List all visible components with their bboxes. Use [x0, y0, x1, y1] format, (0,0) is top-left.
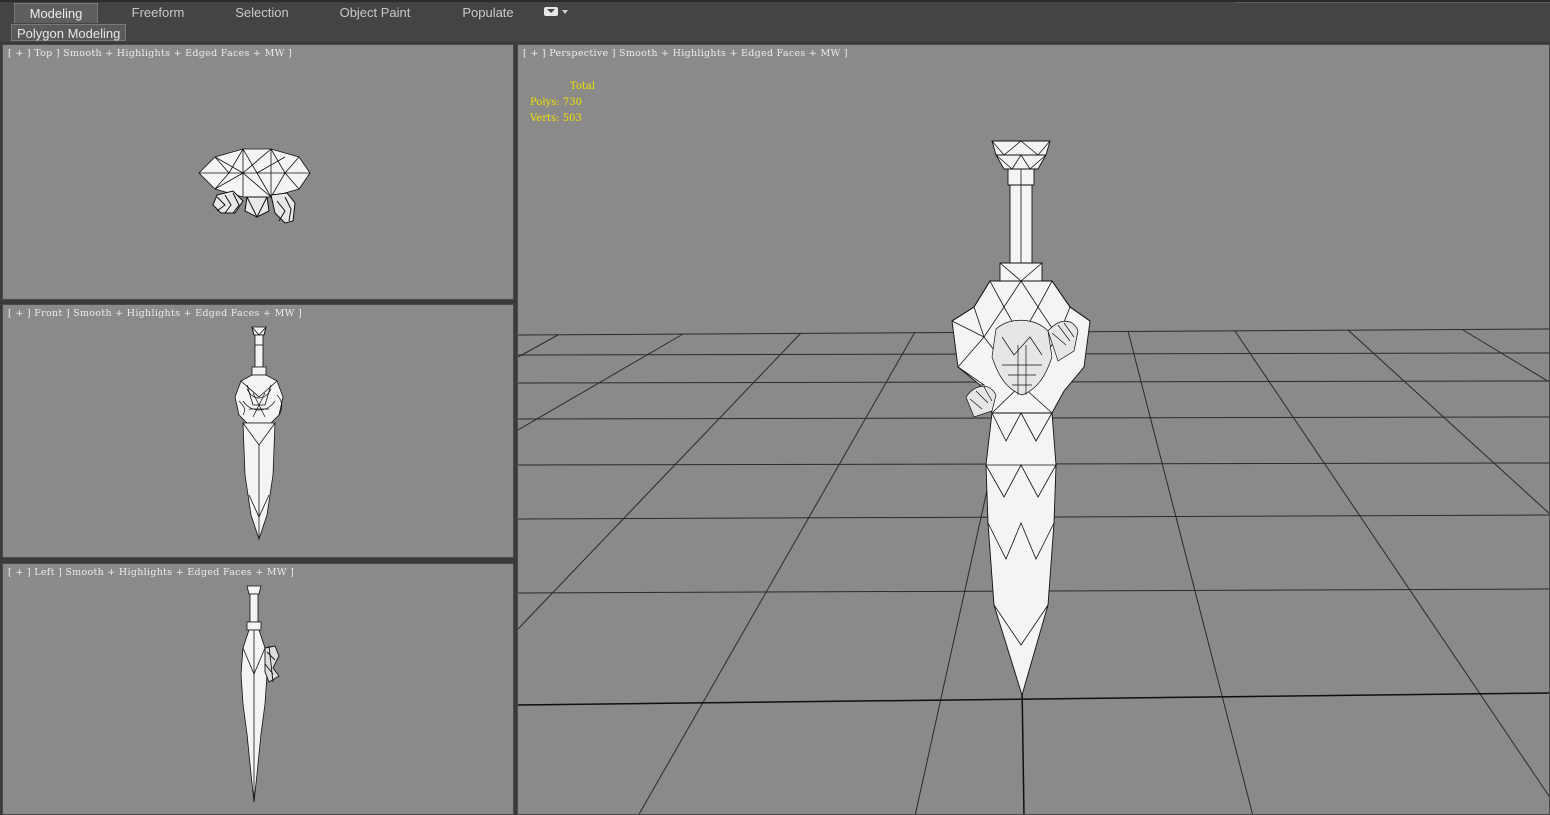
ribbon-options-dropdown[interactable] — [544, 7, 570, 19]
stats-header: Total — [570, 81, 596, 92]
tab-modeling[interactable]: Modeling — [14, 3, 98, 23]
viewport-label-top[interactable]: [ + ] Top ] Smooth + Highlights + Edged … — [8, 48, 292, 59]
verts-value: 503 — [562, 113, 582, 124]
tab-selection[interactable]: Selection — [222, 3, 302, 23]
polygon-modeling-panel-button[interactable]: Polygon Modeling — [11, 24, 127, 41]
top-view-mesh — [198, 148, 311, 224]
statistics-overlay: Total Polys: 730 Verts: 503 — [530, 79, 595, 127]
viewport-left[interactable]: [ + ] Left ] Smooth + Highlights + Edged… — [2, 563, 514, 815]
ribbon-panel: Polygon Modeling — [0, 24, 1550, 42]
perspective-grid-and-mesh — [518, 140, 1549, 814]
left-view-mesh — [240, 585, 280, 803]
viewport-label-left[interactable]: [ + ] Left ] Smooth + Highlights + Edged… — [8, 567, 294, 578]
viewport-perspective[interactable]: [ + ] Perspective ] Smooth + Highlights … — [517, 44, 1550, 815]
ribbon-toggle-icon — [544, 7, 558, 16]
chevron-down-icon — [562, 10, 568, 14]
polys-value: 730 — [562, 97, 582, 108]
verts-label: Verts: — [530, 113, 560, 124]
stats-verts: Verts: 503 — [530, 111, 595, 127]
viewport-label-perspective[interactable]: [ + ] Perspective ] Smooth + Highlights … — [523, 48, 848, 59]
tab-object-paint[interactable]: Object Paint — [330, 3, 420, 23]
stats-polys: Polys: 730 — [530, 95, 595, 111]
ribbon-tab-bar: Modeling Freeform Selection Object Paint… — [0, 0, 1550, 25]
tab-freeform[interactable]: Freeform — [118, 3, 198, 23]
viewport-front[interactable]: [ + ] Front ] Smooth + Highlights + Edge… — [2, 304, 514, 558]
viewport-top[interactable]: [ + ] Top ] Smooth + Highlights + Edged … — [2, 44, 514, 300]
viewport-label-front[interactable]: [ + ] Front ] Smooth + Highlights + Edge… — [8, 308, 302, 319]
front-view-mesh — [234, 326, 284, 541]
tab-populate[interactable]: Populate — [448, 3, 528, 23]
polys-label: Polys: — [530, 97, 560, 108]
ribbon-divider — [1235, 2, 1550, 3]
